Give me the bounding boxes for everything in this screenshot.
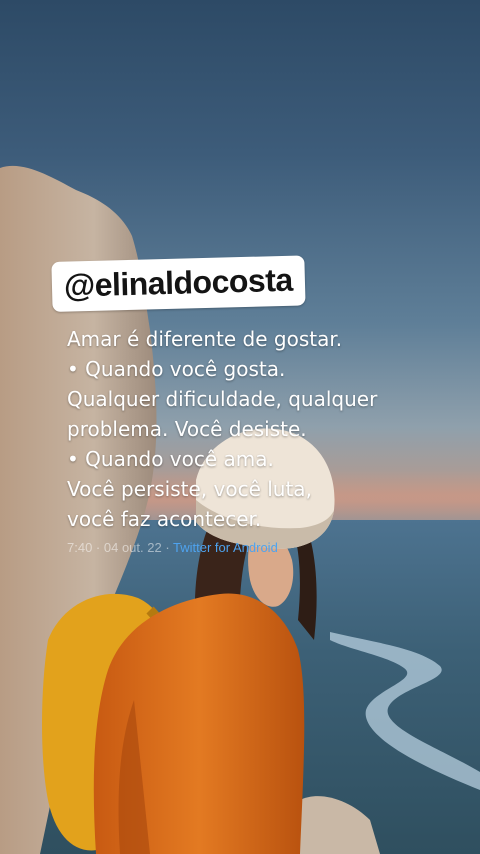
- tweet-line: • Quando você ama.: [67, 447, 274, 471]
- tweet-line: • Quando você gosta.: [67, 357, 286, 381]
- tweet-date: 04 out. 22: [103, 540, 162, 555]
- tweet-line: você faz acontecer.: [67, 507, 262, 531]
- meta-separator: ·: [161, 540, 174, 555]
- tweet-line: Amar é diferente de gostar.: [67, 327, 343, 351]
- tweet-line: Você persiste, você luta,: [67, 477, 312, 501]
- tweet-meta: 7:40 · 04 out. 22 · Twitter for Android: [52, 540, 422, 555]
- river: [330, 632, 480, 790]
- tweet-time: 7:40: [67, 540, 93, 555]
- meta-separator: ·: [92, 540, 104, 555]
- user-handle: @elinaldocosta: [51, 255, 306, 312]
- tweet-line: Qualquer dificuldade, qualquer: [67, 387, 378, 411]
- tweet-text: Amar é diferente de gostar. • Quando voc…: [52, 324, 422, 534]
- tweet-line: problema. Você desiste.: [67, 417, 307, 441]
- cliff-rock-lower: [290, 796, 380, 854]
- tweet-source-link[interactable]: Twitter for Android: [173, 540, 278, 555]
- tweet-card: @elinaldocosta Amar é diferente de gosta…: [51, 255, 422, 555]
